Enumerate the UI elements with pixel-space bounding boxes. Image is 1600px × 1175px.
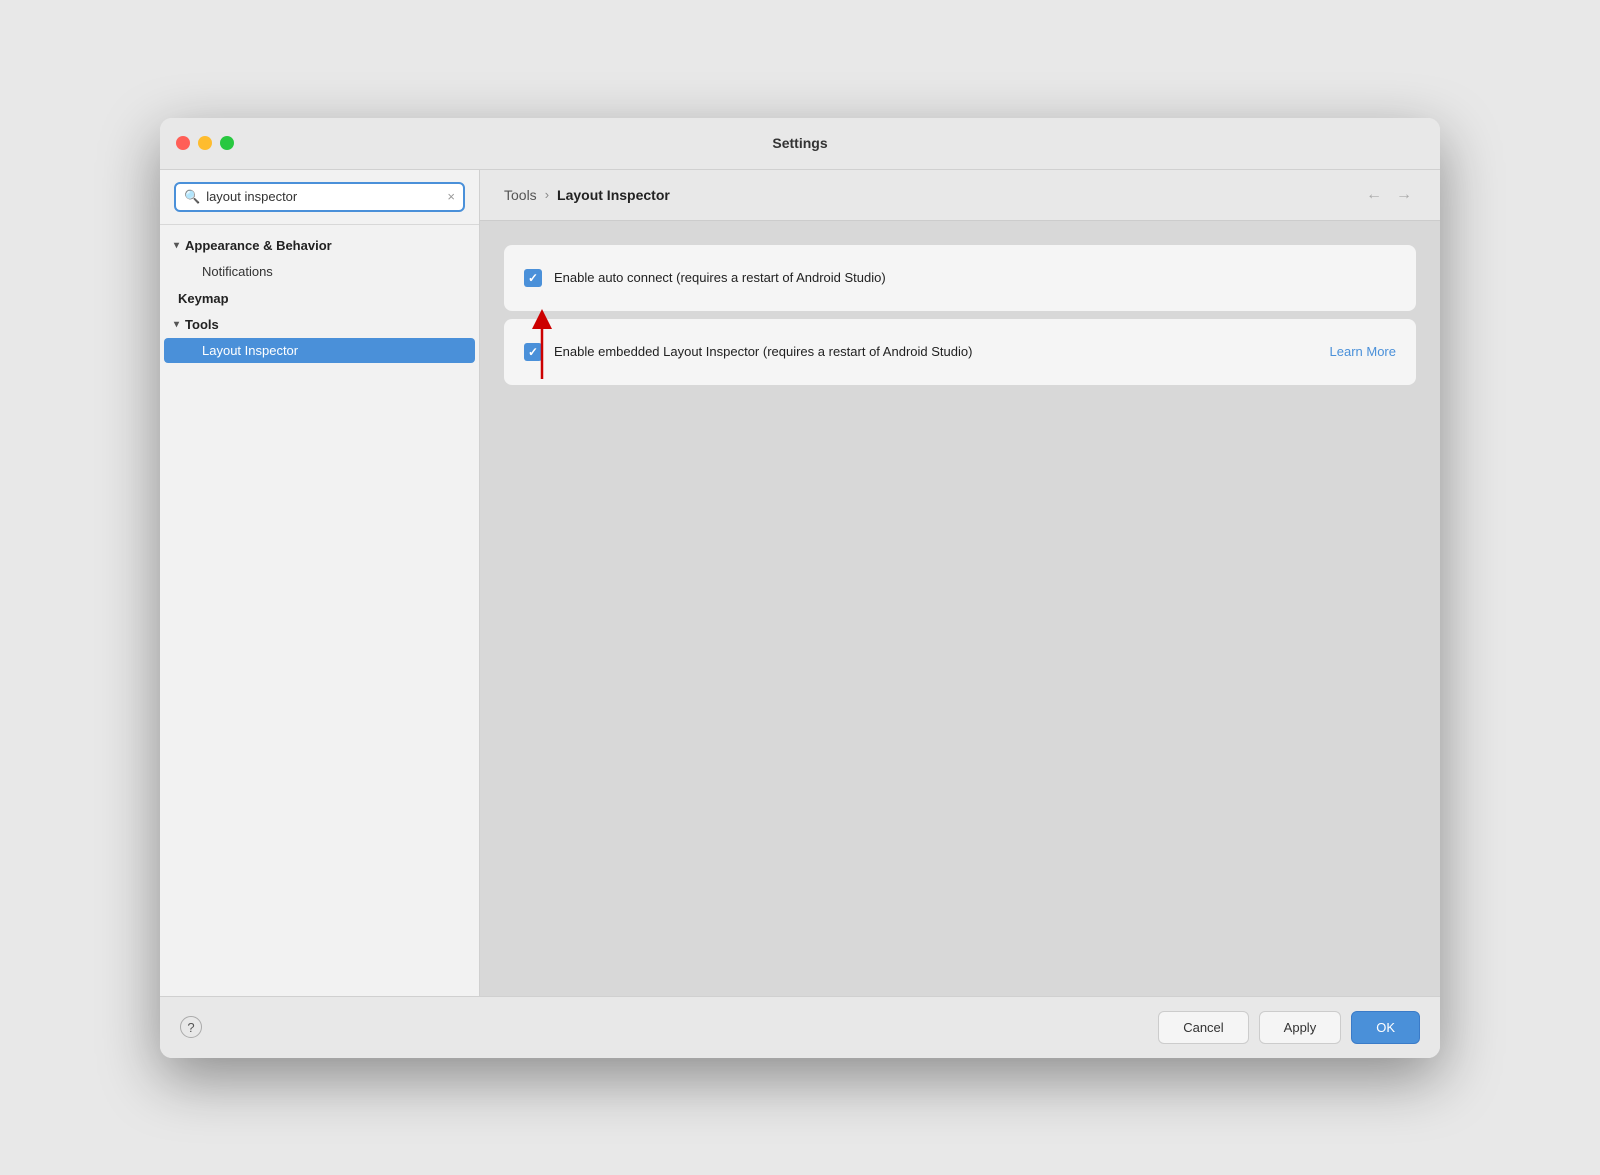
window-footer: ? Cancel Apply OK [160,996,1440,1058]
ok-button[interactable]: OK [1351,1011,1420,1044]
search-icon: 🔍 [184,189,200,205]
setting-row-embedded: ✓ Enable embedded Layout Inspector (requ… [524,335,1396,369]
search-input[interactable] [206,189,441,204]
sidebar-item-label: Notifications [202,264,273,279]
embedded-inspector-checkbox[interactable]: ✓ [524,343,542,361]
minimize-button[interactable] [198,136,212,150]
main-content: Tools › Layout Inspector ← → ✓ [480,170,1440,996]
close-button[interactable] [176,136,190,150]
cancel-button[interactable]: Cancel [1158,1011,1248,1044]
apply-button[interactable]: Apply [1259,1011,1342,1044]
checkmark-icon: ✓ [528,345,538,359]
sidebar: 🔍 × ▾ Appearance & Behavior Notification… [160,170,480,996]
sidebar-item-notifications[interactable]: Notifications [164,259,475,284]
nav-section-appearance-behavior: ▾ Appearance & Behavior Notifications [160,233,479,284]
sidebar-item-label: Layout Inspector [202,343,298,358]
nav-arrows: ← → [1362,184,1416,206]
embedded-inspector-label: Enable embedded Layout Inspector (requir… [554,344,1318,359]
sidebar-item-keymap[interactable]: Keymap [164,286,475,311]
sidebar-item-label: Keymap [178,291,229,306]
back-button[interactable]: ← [1362,184,1386,206]
nav-tree: ▾ Appearance & Behavior Notifications Ke… [160,225,479,996]
learn-more-link[interactable]: Learn More [1330,344,1396,359]
breadcrumb: Tools › Layout Inspector [504,187,670,203]
window-body: 🔍 × ▾ Appearance & Behavior Notification… [160,170,1440,996]
sidebar-item-tools[interactable]: ▾ Tools [164,312,475,337]
forward-button[interactable]: → [1392,184,1416,206]
chevron-icon: ▾ [174,319,179,330]
sidebar-section-label: Tools [185,317,219,332]
content-body: ✓ Enable auto connect (requires a restar… [480,221,1440,996]
footer-right: Cancel Apply OK [1158,1011,1420,1044]
breadcrumb-tools: Tools [504,187,537,203]
sidebar-item-layout-inspector[interactable]: Layout Inspector [164,338,475,363]
settings-card-embedded: ✓ Enable embedded Layout Inspector (requ… [504,319,1416,385]
settings-window: Settings 🔍 × ▾ Appearance & Behavior [160,118,1440,1058]
help-button[interactable]: ? [180,1016,202,1038]
setting-card-wrapper: ✓ Enable embedded Layout Inspector (requ… [504,319,1416,385]
window-controls [176,136,234,150]
chevron-icon: ▾ [174,240,179,251]
window-title: Settings [772,135,827,151]
checkmark-icon: ✓ [528,271,538,285]
titlebar: Settings [160,118,1440,170]
content-header: Tools › Layout Inspector ← → [480,170,1440,221]
breadcrumb-layout-inspector: Layout Inspector [557,187,670,203]
search-box: 🔍 × [174,182,465,212]
search-container: 🔍 × [160,170,479,225]
search-clear-button[interactable]: × [447,190,455,203]
nav-section-tools: ▾ Tools Layout Inspector [160,312,479,363]
sidebar-item-appearance-behavior[interactable]: ▾ Appearance & Behavior [164,233,475,258]
auto-connect-checkbox[interactable]: ✓ [524,269,542,287]
breadcrumb-separator: › [545,187,549,202]
sidebar-section-label: Appearance & Behavior [185,238,332,253]
auto-connect-label: Enable auto connect (requires a restart … [554,270,1396,285]
setting-row-auto-connect: ✓ Enable auto connect (requires a restar… [524,261,1396,295]
maximize-button[interactable] [220,136,234,150]
settings-card-auto-connect: ✓ Enable auto connect (requires a restar… [504,245,1416,311]
footer-left: ? [180,1016,202,1038]
